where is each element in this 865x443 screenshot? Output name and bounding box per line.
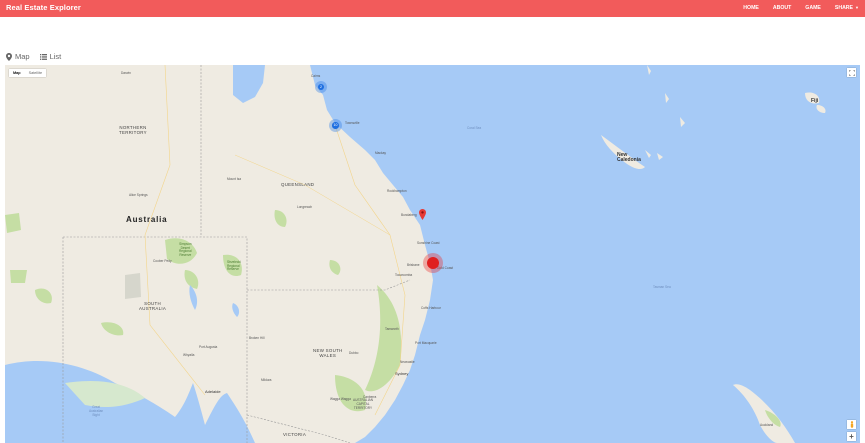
top-navbar: Real Estate Explorer HOME ABOUT GAME SHA… <box>0 0 865 17</box>
label-port-augusta: Port Augusta <box>199 345 218 349</box>
label-wagga-wagga: Wagga Wagga <box>330 397 351 401</box>
label-strzelecki: Strzelecki Regional Reserve <box>227 260 241 272</box>
label-mount-isa: Mount Isa <box>227 177 241 181</box>
label-act: AUSTRALIAN CAPITAL TERRITORY <box>353 398 374 410</box>
label-australia: Australia <box>126 215 168 224</box>
label-coffs-harbour: Coffs Harbour <box>421 306 441 310</box>
nav-menu: HOME ABOUT GAME SHARE ▼ <box>743 5 859 11</box>
tab-list-label: List <box>49 52 62 61</box>
label-adelaide: Adelaide <box>205 389 221 394</box>
cluster-marker[interactable]: 2 <box>315 81 327 93</box>
label-victoria: VICTORIA <box>283 432 307 437</box>
label-sunshine-coast: Sunshine Coast <box>417 241 440 245</box>
label-tamworth: Tamworth <box>385 327 399 331</box>
cluster-marker[interactable]: 10 <box>329 119 342 132</box>
label-new-caledonia: New Caledonia <box>617 152 641 163</box>
tab-map-label: Map <box>15 52 30 61</box>
label-townsville: Townsville <box>345 121 360 125</box>
nav-game[interactable]: GAME <box>805 5 821 11</box>
chevron-down-icon: ▼ <box>855 5 859 10</box>
label-broken-hill: Broken Hill <box>249 336 265 340</box>
label-fiji: Fiji <box>811 98 819 104</box>
label-mackay: Mackay <box>375 151 386 155</box>
label-auckland: Auckland <box>760 423 774 427</box>
map-pin-icon[interactable] <box>419 209 426 220</box>
list-icon <box>39 53 47 60</box>
map-type-map-button[interactable]: Map <box>9 69 25 77</box>
cluster-marker[interactable] <box>423 253 443 273</box>
label-toowoomba: Toowoomba <box>395 273 413 277</box>
label-coral-sea: Coral Sea <box>467 126 482 130</box>
pegman-icon <box>850 421 853 428</box>
nav-share-label: SHARE <box>834 5 854 11</box>
label-whyalla: Whyalla <box>183 353 195 357</box>
cluster-count: 10 <box>332 122 339 129</box>
label-alice-springs: Alice Springs <box>129 193 148 197</box>
zoom-in-button[interactable]: + <box>847 432 856 441</box>
label-brisbane: Brisbane <box>407 263 420 267</box>
map-marker-icon <box>6 52 12 61</box>
map-type-toggle: Map Satellite <box>9 69 47 77</box>
label-darwin: Darwin <box>121 71 131 75</box>
label-queensland: QUEENSLAND <box>281 182 315 187</box>
view-switcher: Map List <box>6 52 61 61</box>
label-coober-pedy: Coober Pedy <box>153 259 172 263</box>
nav-share[interactable]: SHARE ▼ <box>835 5 859 11</box>
label-rockhampton: Rockhampton <box>387 189 407 193</box>
label-newcastle: Newcastle <box>400 360 415 364</box>
street-view-button[interactable] <box>847 420 856 429</box>
tab-list[interactable]: List <box>39 52 62 61</box>
label-cairns: Cairns <box>311 74 321 78</box>
fullscreen-icon <box>848 69 855 76</box>
cluster-count: 2 <box>318 84 324 90</box>
label-mildura: Mildura <box>261 378 272 382</box>
map-canvas[interactable]: NORTHERN TERRITORY QUEENSLAND Australia S… <box>5 65 860 443</box>
label-simpson-desert: Simpson Desert Regional Reserve <box>179 242 192 257</box>
label-bundaberg: Bundaberg <box>401 213 417 217</box>
fullscreen-button[interactable] <box>847 68 856 77</box>
label-tasman-sea: Tasman Sea <box>653 285 671 289</box>
label-canberra: Canberra <box>363 395 377 399</box>
label-south-australia: SOUTH AUSTRALIA <box>139 301 167 311</box>
nav-home[interactable]: HOME <box>743 5 759 11</box>
map-type-satellite-button[interactable]: Satellite <box>25 69 47 77</box>
label-new-south-wales: NEW SOUTH WALES <box>313 348 343 358</box>
label-port-macquarie: Port Macquarie <box>415 341 437 345</box>
label-longreach: Longreach <box>297 205 313 209</box>
nav-about[interactable]: ABOUT <box>773 5 791 11</box>
app-title[interactable]: Real Estate Explorer <box>6 3 81 12</box>
tab-map[interactable]: Map <box>6 52 30 61</box>
label-sydney: Sydney <box>395 371 409 376</box>
label-great-australian-bight: Great Australian Bight <box>89 405 104 417</box>
label-dubbo: Dubbo <box>349 351 359 355</box>
cluster-core <box>427 257 439 269</box>
label-northern-territory: NORTHERN TERRITORY <box>119 125 147 135</box>
